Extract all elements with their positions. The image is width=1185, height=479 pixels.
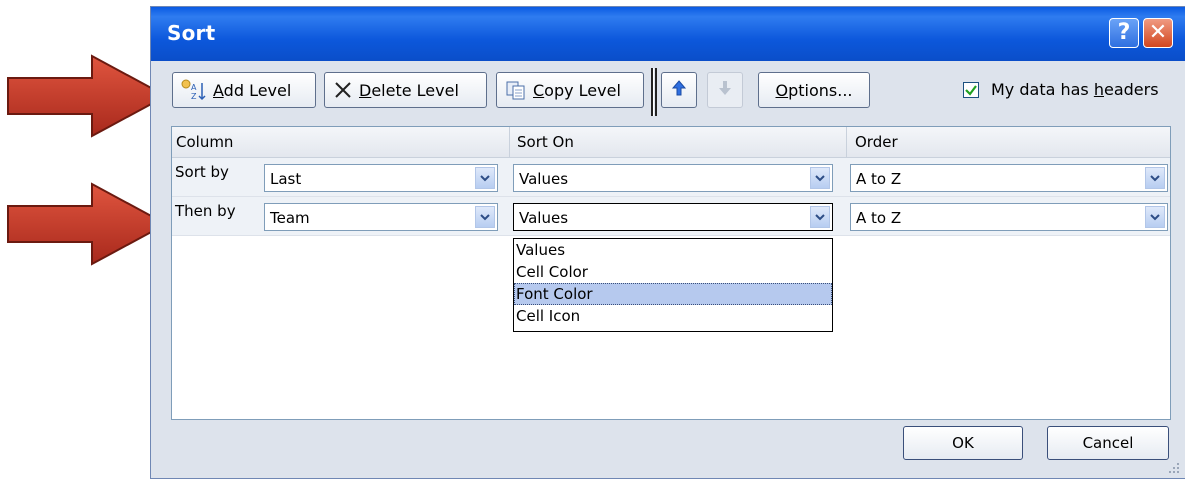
header-divider bbox=[509, 127, 510, 157]
help-button[interactable]: ? bbox=[1109, 18, 1139, 48]
move-up-button[interactable] bbox=[661, 72, 697, 108]
sort-on-value: Values bbox=[519, 209, 569, 227]
copy-icon bbox=[505, 80, 527, 100]
column-value: Last bbox=[270, 170, 302, 188]
annotation-arrow-add-level bbox=[7, 54, 169, 138]
svg-text:Z: Z bbox=[191, 92, 197, 101]
sort-on-value: Values bbox=[519, 170, 569, 188]
headers-checkbox-wrap[interactable]: My data has headers bbox=[963, 80, 1159, 99]
sort-level-row[interactable]: Then by Team Values A to Z bbox=[172, 197, 1170, 236]
dropdown-option[interactable]: Cell Icon bbox=[514, 305, 832, 327]
copy-level-label: Copy Level bbox=[533, 80, 621, 100]
dropdown-option-selected[interactable]: Font Color bbox=[514, 283, 832, 305]
sort-on-header: Sort On bbox=[517, 133, 574, 151]
move-down-button[interactable] bbox=[707, 72, 743, 108]
title-bar[interactable]: Sort ? ✕ bbox=[151, 7, 1185, 61]
close-button[interactable]: ✕ bbox=[1143, 18, 1173, 48]
toolbar-separator-2 bbox=[655, 68, 657, 116]
order-combo[interactable]: A to Z bbox=[850, 164, 1168, 192]
svg-text:A: A bbox=[191, 83, 197, 92]
sort-on-combo[interactable]: Values bbox=[513, 164, 833, 192]
chevron-down-icon[interactable] bbox=[475, 167, 495, 189]
dropdown-option[interactable]: Values bbox=[514, 239, 832, 261]
chevron-down-icon[interactable] bbox=[1145, 206, 1165, 228]
options-button[interactable]: Options... bbox=[758, 72, 870, 108]
options-label: Options... bbox=[775, 80, 853, 100]
resize-grip-icon[interactable] bbox=[1167, 461, 1181, 475]
order-header: Order bbox=[855, 133, 898, 151]
sort-az-icon: A Z bbox=[181, 79, 207, 101]
column-combo[interactable]: Team bbox=[264, 203, 498, 231]
column-header: Column bbox=[176, 133, 234, 151]
copy-level-button[interactable]: Copy Level bbox=[496, 72, 644, 108]
grid-header: Column Sort On Order bbox=[172, 127, 1170, 158]
delete-level-button[interactable]: Delete Level bbox=[324, 72, 487, 108]
dialog-title: Sort bbox=[167, 21, 216, 45]
add-level-label: Add Level bbox=[213, 80, 292, 100]
toolbar-separator-highlight bbox=[653, 68, 654, 116]
annotation-arrow-then-by bbox=[7, 182, 169, 266]
chevron-down-icon[interactable] bbox=[810, 206, 830, 228]
sort-on-dropdown-list[interactable]: Values Cell Color Font Color Cell Icon bbox=[513, 238, 833, 332]
order-value: A to Z bbox=[856, 170, 902, 188]
order-combo[interactable]: A to Z bbox=[850, 203, 1168, 231]
checkmark-icon bbox=[965, 84, 977, 96]
ok-button[interactable]: OK bbox=[903, 426, 1023, 460]
chevron-down-icon[interactable] bbox=[1145, 167, 1165, 189]
chevron-down-icon[interactable] bbox=[475, 206, 495, 228]
cancel-button[interactable]: Cancel bbox=[1047, 426, 1169, 460]
sort-on-combo[interactable]: Values bbox=[513, 203, 833, 231]
chevron-down-icon[interactable] bbox=[810, 167, 830, 189]
order-value: A to Z bbox=[856, 209, 902, 227]
headers-checkbox[interactable] bbox=[963, 81, 979, 98]
row-label: Sort by bbox=[175, 163, 229, 181]
header-divider bbox=[846, 127, 847, 157]
delete-x-icon bbox=[333, 80, 353, 100]
delete-level-label: Delete Level bbox=[359, 80, 459, 100]
arrow-up-icon bbox=[671, 79, 687, 101]
arrow-down-icon bbox=[717, 79, 733, 101]
row-label: Then by bbox=[175, 202, 236, 220]
dropdown-option[interactable]: Cell Color bbox=[514, 261, 832, 283]
add-level-button[interactable]: A Z Add Level bbox=[172, 72, 316, 108]
column-value: Team bbox=[270, 209, 310, 227]
sort-level-row[interactable]: Sort by Last Values A to Z bbox=[172, 158, 1170, 197]
headers-checkbox-label: My data has headers bbox=[991, 80, 1159, 99]
column-combo[interactable]: Last bbox=[264, 164, 498, 192]
